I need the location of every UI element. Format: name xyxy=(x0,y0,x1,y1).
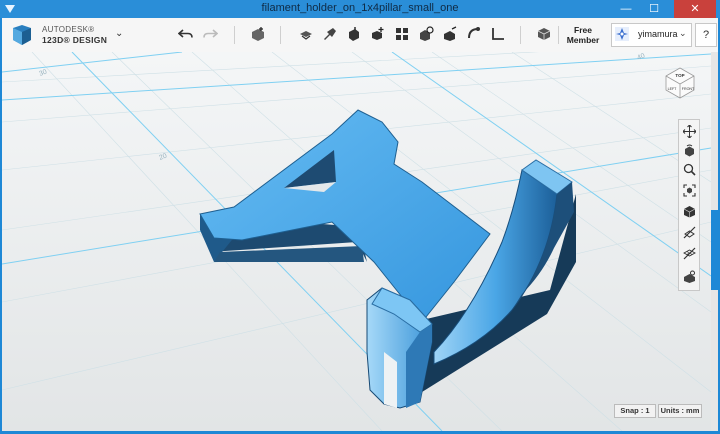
orbit-button[interactable] xyxy=(681,142,697,158)
snap-icon xyxy=(444,26,457,41)
brand-product: 123D® DESIGN xyxy=(42,35,108,45)
construct-button[interactable] xyxy=(320,24,340,44)
modify-icon xyxy=(349,27,359,41)
snap-settings-icon xyxy=(683,270,695,283)
materials-outlines-button[interactable] xyxy=(681,203,697,219)
grid-toggle-button[interactable] xyxy=(681,245,697,261)
side-panel-handle[interactable] xyxy=(711,210,718,290)
toolbar-separator xyxy=(280,26,281,44)
material-icon xyxy=(537,28,551,40)
toolbar-separator xyxy=(520,26,521,44)
toolbar-separator xyxy=(234,26,235,44)
pattern-icon xyxy=(372,27,384,40)
app-menu-caret[interactable]: ⌄ xyxy=(115,28,123,39)
view-cube[interactable]: TOP LEFT FRONT xyxy=(662,64,698,100)
view-cube-top[interactable]: TOP xyxy=(675,73,684,78)
view-cube-left[interactable]: LEFT xyxy=(668,87,678,91)
pan-button[interactable] xyxy=(681,123,697,139)
construct-icon xyxy=(324,28,336,40)
orbit-icon xyxy=(684,144,694,156)
membership-line2: Member xyxy=(566,35,600,45)
pan-icon xyxy=(682,124,696,138)
title-bar: filament_holder_on_1x4pillar_small_one —… xyxy=(0,0,720,18)
navigation-bar xyxy=(678,119,700,291)
grouping-icon xyxy=(396,28,408,40)
measure-icon xyxy=(468,27,480,39)
fit-icon xyxy=(682,183,696,197)
ruler-icon xyxy=(492,28,504,40)
scene-canvas[interactable]: 30 20 40 xyxy=(2,52,711,431)
membership-label: Free Member xyxy=(563,25,603,45)
fit-button[interactable] xyxy=(681,182,697,198)
modify-button[interactable] xyxy=(344,24,364,44)
username-label: yimamura xyxy=(638,29,678,39)
primitives-icon xyxy=(252,27,264,41)
3d-viewport[interactable]: 30 20 40 xyxy=(2,52,711,431)
snap-button[interactable] xyxy=(440,24,460,44)
redo-icon xyxy=(203,29,218,38)
close-button[interactable]: ✕ xyxy=(674,0,716,18)
combine-button[interactable] xyxy=(416,24,436,44)
cube-icon xyxy=(683,205,695,217)
measure-button[interactable] xyxy=(464,24,484,44)
redo-button[interactable] xyxy=(200,24,220,44)
grouping-button[interactable] xyxy=(392,24,412,44)
brand-company: AUTODESK® xyxy=(42,25,95,34)
zoom-button[interactable] xyxy=(681,161,697,177)
maximize-button[interactable]: ☐ xyxy=(640,0,668,18)
user-account-dropdown[interactable]: yimamura ⌄ xyxy=(611,23,692,47)
visibility-button[interactable] xyxy=(681,224,697,240)
undo-button[interactable] xyxy=(176,24,196,44)
snap-settings-button[interactable] xyxy=(681,268,697,284)
snap-status[interactable]: Snap : 1 xyxy=(614,404,656,418)
material-button[interactable] xyxy=(534,24,554,44)
units-status[interactable]: Units : mm xyxy=(658,404,702,418)
membership-line1: Free xyxy=(574,25,592,35)
sketch-icon xyxy=(300,31,312,40)
app-logo-icon[interactable] xyxy=(11,24,33,46)
sketch-button[interactable] xyxy=(296,24,316,44)
chevron-down-icon: ⌄ xyxy=(679,28,687,38)
grid-icon xyxy=(682,247,696,259)
pattern-button[interactable] xyxy=(368,24,388,44)
minimize-button[interactable]: — xyxy=(612,0,640,18)
measure-angle-button[interactable] xyxy=(488,24,508,44)
hide-sketch-icon xyxy=(683,226,695,238)
view-cube-front[interactable]: FRONT xyxy=(682,87,695,91)
avatar xyxy=(615,27,629,41)
zoom-icon xyxy=(683,163,696,176)
toolbar-separator xyxy=(558,26,559,44)
main-toolbar: AUTODESK® 123D® DESIGN ⌄ Free Member yim… xyxy=(2,18,718,53)
primitives-button[interactable] xyxy=(248,24,268,44)
undo-icon xyxy=(178,29,193,38)
help-button[interactable]: ? xyxy=(695,23,717,47)
combine-icon xyxy=(420,26,434,41)
